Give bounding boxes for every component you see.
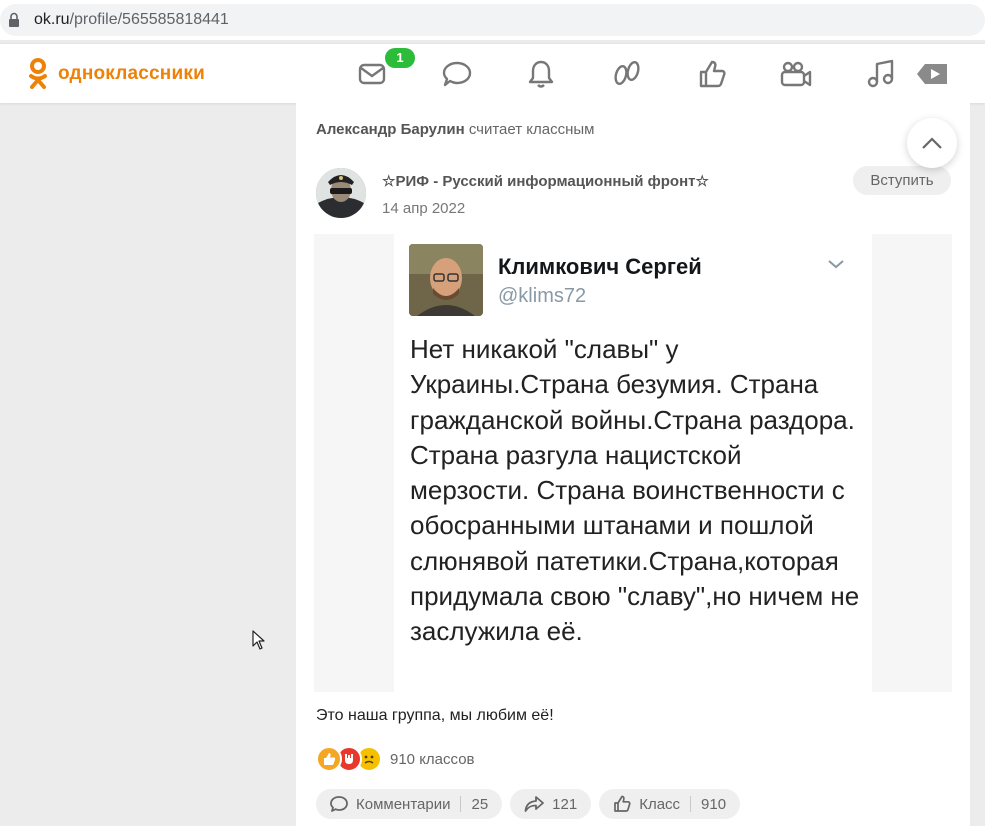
chevron-down-icon	[828, 260, 844, 269]
liker-line: Александр Барулин считает классным	[316, 121, 594, 138]
thumbs-up-icon	[614, 795, 631, 812]
comments-button[interactable]: Комментарии 25	[316, 789, 503, 819]
url-field[interactable]: ok.ru/profile/565585818441	[0, 4, 985, 36]
post-actions: Комментарии 25 121 Класс 910	[316, 789, 741, 819]
group-avatar[interactable]	[316, 168, 366, 218]
like-icon	[316, 746, 342, 772]
comment-icon	[330, 796, 348, 812]
ok-logo-icon	[29, 58, 47, 89]
lock-icon	[9, 12, 19, 27]
marks-icon[interactable]	[694, 56, 730, 92]
notifications-icon[interactable]	[523, 56, 559, 92]
liker-action: считает классным	[468, 121, 595, 138]
class-label: Класс	[639, 795, 681, 813]
messages-badge: 1	[385, 48, 415, 68]
post-image[interactable]: Климкович Сергей @klims72 Нет никакой "с…	[314, 234, 952, 692]
comments-count: 25	[471, 795, 489, 813]
share-button[interactable]: 121	[510, 789, 592, 819]
tweet-screenshot: Климкович Сергей @klims72 Нет никакой "с…	[394, 234, 872, 692]
group-name[interactable]: ☆РИФ - Русский информационный фронт☆	[382, 172, 709, 190]
shares-count: 121	[552, 795, 578, 813]
logo-text: одноклассники	[58, 63, 205, 84]
liker-name[interactable]: Александр Барулин	[316, 121, 465, 138]
chevron-up-icon	[922, 137, 942, 149]
music-icon[interactable]	[863, 56, 899, 92]
tweet-text: Нет никакой "славы" у Украины.Страна без…	[410, 334, 860, 647]
url-path: /profile/565585818441	[69, 11, 229, 28]
tweet-author-handle: @klims72	[498, 285, 587, 307]
video-icon[interactable]	[778, 56, 814, 92]
comments-label: Комментарии	[356, 795, 451, 813]
tweet-author-name: Климкович Сергей	[498, 254, 702, 279]
feed-card: Александр Барулин считает классным ☆РИФ …	[296, 103, 970, 826]
url-text: ok.ru/profile/565585818441	[34, 11, 229, 29]
guests-icon[interactable]	[609, 56, 645, 92]
join-button[interactable]: Вступить	[853, 166, 951, 195]
post-caption: Это наша группа, мы любим её!	[316, 707, 554, 724]
video-player-icon[interactable]	[914, 56, 950, 92]
ok-logo[interactable]: одноклассники	[28, 56, 205, 92]
reactions-count[interactable]: 910 классов	[390, 751, 475, 768]
tweet-avatar	[409, 244, 483, 316]
class-button[interactable]: Класс 910	[599, 789, 741, 819]
reactions-summary[interactable]: 910 классов	[316, 746, 475, 772]
browser-address-bar: ok.ru/profile/565585818441	[0, 0, 985, 40]
share-arrow-icon	[524, 796, 545, 812]
mouse-pointer-icon	[252, 630, 265, 650]
post-date: 14 апр 2022	[382, 200, 466, 217]
url-host: ok.ru	[34, 11, 70, 28]
scroll-to-top-button[interactable]	[907, 118, 957, 168]
site-header: одноклассники 1	[0, 43, 985, 103]
separator	[690, 796, 692, 812]
class-count: 910	[701, 795, 727, 813]
discussions-icon[interactable]	[439, 56, 475, 92]
separator	[460, 796, 462, 812]
